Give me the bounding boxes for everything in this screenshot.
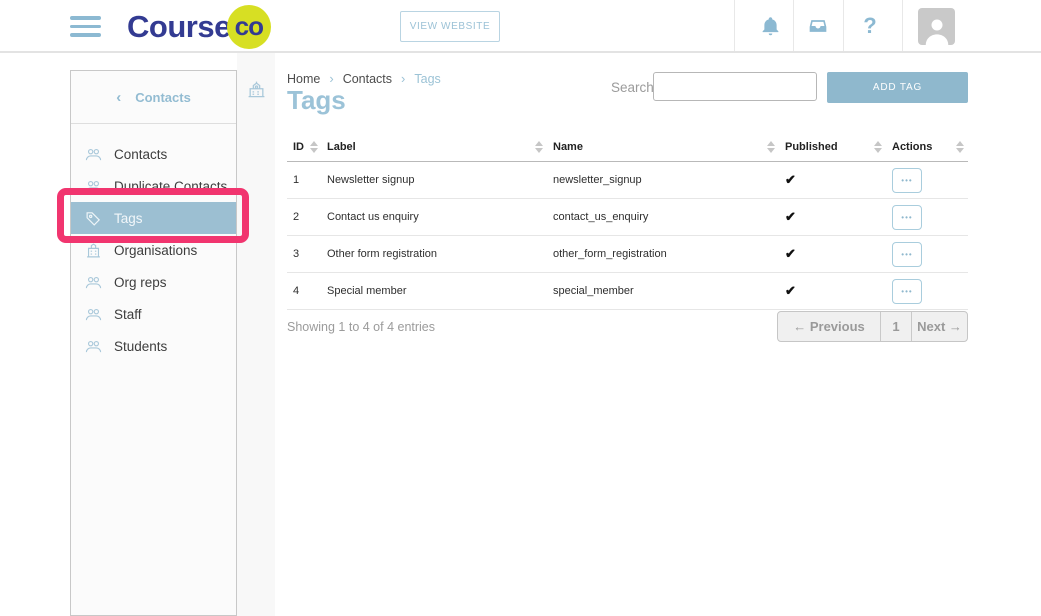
column-header-label[interactable]: Label bbox=[321, 141, 547, 153]
sidebar-item-tags[interactable]: Tags bbox=[71, 202, 236, 234]
cell-id: 1 bbox=[287, 174, 321, 186]
chevron-right-icon: › bbox=[329, 71, 333, 86]
table-row: 2 Contact us enquiry contact_us_enquiry … bbox=[287, 199, 968, 236]
sidebar-item-label: Tags bbox=[114, 211, 143, 226]
published-check-icon: ✔ bbox=[785, 209, 796, 225]
cell-name: newsletter_signup bbox=[547, 174, 779, 186]
people-icon bbox=[85, 178, 102, 195]
bell-icon bbox=[760, 15, 781, 37]
sidebar-item-organisations[interactable]: Organisations bbox=[71, 234, 236, 266]
cell-name: other_form_registration bbox=[547, 248, 779, 260]
cell-name: special_member bbox=[547, 285, 779, 297]
tags-table: ID Label Name Published Actions 1 New bbox=[287, 133, 968, 310]
sort-icon bbox=[767, 141, 775, 153]
people-icon bbox=[85, 146, 102, 163]
app-logo: Course co bbox=[127, 0, 271, 53]
cell-id: 4 bbox=[287, 285, 321, 297]
table-row: 3 Other form registration other_form_reg… bbox=[287, 236, 968, 273]
question-mark-icon: ? bbox=[863, 13, 876, 39]
sidebar-nav: Contacts Duplicate Contacts Tags Organis… bbox=[71, 124, 236, 362]
table-header-row: ID Label Name Published Actions bbox=[287, 133, 968, 162]
help-icon[interactable]: ? bbox=[852, 0, 888, 51]
people-icon bbox=[85, 274, 102, 291]
sidebar-item-students[interactable]: Students bbox=[71, 330, 236, 362]
table-row: 4 Special member special_member ✔ ••• bbox=[287, 273, 968, 310]
top-header: Course co VIEW WEBSITE ? bbox=[0, 0, 1041, 53]
header-divider bbox=[902, 0, 903, 51]
sidebar-item-contacts[interactable]: Contacts bbox=[71, 138, 236, 170]
published-check-icon: ✔ bbox=[785, 172, 796, 188]
breadcrumb-home[interactable]: Home bbox=[287, 72, 320, 86]
chevron-right-icon: › bbox=[401, 71, 405, 86]
sidebar-item-label: Org reps bbox=[114, 275, 167, 290]
row-actions-button[interactable]: ••• bbox=[892, 242, 922, 267]
people-icon bbox=[85, 338, 102, 355]
pagination-next-button[interactable]: Next → bbox=[912, 312, 967, 341]
cell-label: Contact us enquiry bbox=[321, 211, 547, 223]
column-header-actions[interactable]: Actions bbox=[886, 141, 968, 153]
school-building-icon[interactable] bbox=[247, 80, 266, 99]
building-icon bbox=[85, 242, 102, 259]
sidebar-item-duplicate-contacts[interactable]: Duplicate Contacts bbox=[71, 170, 236, 202]
header-divider bbox=[793, 0, 794, 51]
icon-rail bbox=[237, 53, 275, 616]
published-check-icon: ✔ bbox=[785, 283, 796, 299]
showing-entries-text: Showing 1 to 4 of 4 entries bbox=[287, 320, 435, 334]
column-header-published[interactable]: Published bbox=[779, 141, 886, 153]
inbox-tray-icon[interactable] bbox=[800, 0, 836, 51]
cell-id: 2 bbox=[287, 211, 321, 223]
sort-icon bbox=[874, 141, 882, 153]
contacts-sidebar: ‹ Contacts Contacts Duplicate Contacts T… bbox=[70, 70, 237, 616]
cell-label: Newsletter signup bbox=[321, 174, 547, 186]
column-header-id[interactable]: ID bbox=[287, 141, 321, 153]
search-input[interactable] bbox=[653, 72, 817, 101]
logo-text: Course bbox=[127, 9, 231, 45]
sidebar-item-label: Students bbox=[114, 339, 167, 354]
breadcrumb-contacts[interactable]: Contacts bbox=[343, 72, 392, 86]
row-actions-button[interactable]: ••• bbox=[892, 205, 922, 230]
sidebar-item-label: Organisations bbox=[114, 243, 197, 258]
sort-icon bbox=[535, 141, 543, 153]
menu-hamburger-icon[interactable] bbox=[70, 16, 101, 37]
user-avatar[interactable] bbox=[918, 8, 955, 45]
sort-icon bbox=[310, 141, 318, 153]
sidebar-section-title: Contacts bbox=[135, 90, 191, 105]
search-label: Search: bbox=[611, 80, 658, 95]
published-check-icon: ✔ bbox=[785, 246, 796, 262]
main-content: Home › Contacts › Tags Tags Search: ADD … bbox=[275, 53, 1041, 616]
cell-name: contact_us_enquiry bbox=[547, 211, 779, 223]
header-divider bbox=[843, 0, 844, 51]
sidebar-item-label: Staff bbox=[114, 307, 142, 322]
row-actions-button[interactable]: ••• bbox=[892, 279, 922, 304]
pagination-page-1-button[interactable]: 1 bbox=[881, 312, 912, 341]
chevron-left-icon: ‹ bbox=[116, 89, 121, 106]
notifications-bell-icon[interactable] bbox=[752, 0, 788, 51]
person-icon bbox=[922, 15, 952, 45]
sidebar-item-staff[interactable]: Staff bbox=[71, 298, 236, 330]
sidebar-item-org-reps[interactable]: Org reps bbox=[71, 266, 236, 298]
sidebar-item-label: Duplicate Contacts bbox=[114, 179, 227, 194]
inbox-icon bbox=[807, 16, 829, 36]
column-header-name[interactable]: Name bbox=[547, 141, 779, 153]
breadcrumb-tags: Tags bbox=[414, 72, 440, 86]
sidebar-back-header[interactable]: ‹ Contacts bbox=[71, 71, 236, 124]
sort-icon bbox=[956, 141, 964, 153]
table-row: 1 Newsletter signup newsletter_signup ✔ … bbox=[287, 162, 968, 199]
cell-label: Special member bbox=[321, 285, 547, 297]
cell-id: 3 bbox=[287, 248, 321, 260]
pagination-previous-button[interactable]: ← Previous bbox=[778, 312, 881, 341]
view-website-button[interactable]: VIEW WEBSITE bbox=[400, 11, 500, 42]
table-footer: Showing 1 to 4 of 4 entries ← Previous 1… bbox=[287, 311, 968, 342]
header-divider bbox=[734, 0, 735, 51]
breadcrumb: Home › Contacts › Tags bbox=[287, 71, 441, 86]
add-tag-button[interactable]: ADD TAG bbox=[827, 72, 968, 103]
cell-label: Other form registration bbox=[321, 248, 547, 260]
row-actions-button[interactable]: ••• bbox=[892, 168, 922, 193]
pagination: ← Previous 1 Next → bbox=[777, 311, 968, 342]
sidebar-item-label: Contacts bbox=[114, 147, 167, 162]
tag-icon bbox=[85, 210, 102, 227]
page-title: Tags bbox=[287, 85, 346, 116]
logo-badge: co bbox=[227, 5, 271, 49]
people-icon bbox=[85, 306, 102, 323]
